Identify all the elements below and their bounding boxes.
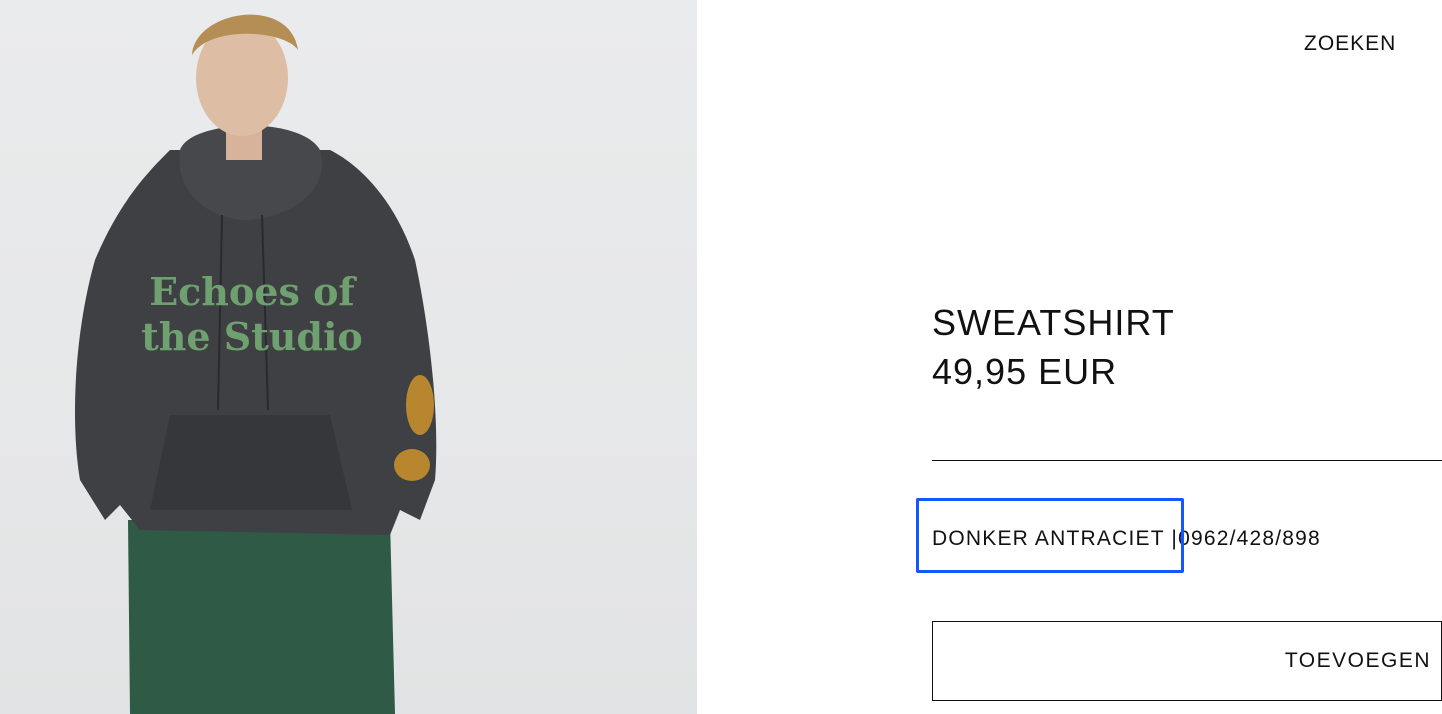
product-price: 49,95 EUR — [932, 351, 1118, 392]
search-link[interactable]: ZOEKEN — [1304, 32, 1396, 56]
pants-shape — [128, 520, 395, 714]
add-button-label: TOEVOEGEN — [1284, 649, 1431, 672]
print-line1: Echoes of — [149, 269, 357, 314]
reference-number: 0962/428/898 — [1178, 527, 1321, 550]
divider — [932, 460, 1442, 461]
add-to-cart-button[interactable]: TOEVOEGEN — [932, 621, 1442, 701]
print-line2: the Studio — [141, 314, 363, 359]
product-photo: Echoes of the Studio — [0, 0, 697, 714]
color-highlight-box — [916, 498, 1184, 573]
model-illustration: Echoes of the Studio — [75, 14, 437, 714]
product-title: SWEATSHIRT — [932, 302, 1175, 343]
